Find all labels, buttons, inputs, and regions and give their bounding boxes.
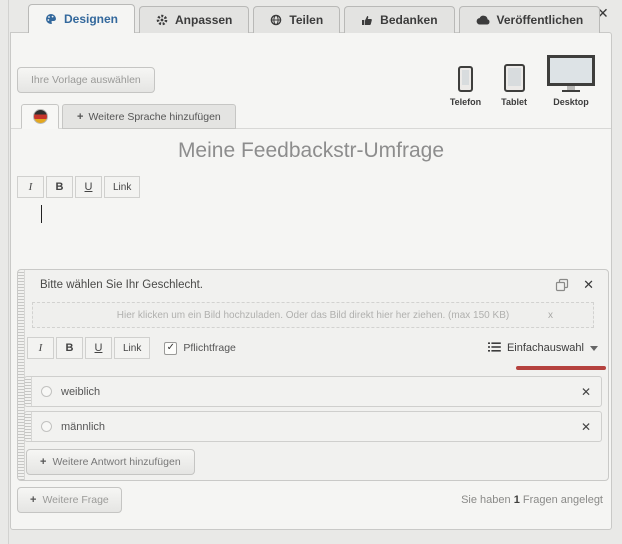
question-toolbar: I B U Link ✓ Pflichtfrage Einfachauswahl	[27, 336, 598, 360]
language-tab-german[interactable]	[21, 104, 59, 129]
link-button[interactable]: Link	[114, 337, 151, 359]
gear-icon	[156, 14, 168, 26]
chevron-down-icon	[590, 345, 598, 351]
status-suffix: Fragen angelegt	[522, 494, 603, 506]
device-desktop[interactable]: Desktop	[547, 55, 595, 107]
radio-icon[interactable]	[41, 421, 52, 432]
tab-bedanken[interactable]: Bedanken	[344, 6, 455, 33]
italic-button[interactable]: I	[17, 176, 44, 198]
list-icon	[487, 339, 501, 357]
add-language-label: Weitere Sprache hinzufügen	[88, 110, 221, 123]
phone-icon	[457, 66, 473, 92]
tablet-icon	[503, 64, 525, 92]
globe-share-icon	[270, 14, 282, 26]
tab-anpassen[interactable]: Anpassen	[139, 6, 250, 33]
drag-handle[interactable]	[18, 270, 25, 480]
answer-label[interactable]: männlich	[61, 421, 581, 433]
remove-answer-icon[interactable]: ✕	[581, 386, 591, 398]
dismiss-upload-icon[interactable]: x	[548, 310, 553, 321]
question-card: Bitte wählen Sie Ihr Geschlecht. ✕ Hier …	[17, 269, 609, 481]
tab-veroeffentlichen[interactable]: Veröffentlichen	[458, 6, 601, 33]
title-format-toolbar: I B U Link	[17, 176, 142, 198]
tab-label: Designen	[64, 12, 119, 26]
add-question-button[interactable]: + Weitere Frage	[17, 487, 122, 513]
drag-handle[interactable]	[25, 412, 32, 441]
cloud-icon	[476, 15, 490, 25]
mandatory-label: Pflichtfrage	[183, 342, 236, 354]
plus-icon: +	[77, 110, 84, 123]
text-cursor	[41, 205, 42, 223]
answer-label[interactable]: weiblich	[61, 386, 581, 398]
device-preview-switcher: Telefon Tablet Desktop	[450, 55, 595, 107]
link-button[interactable]: Link	[104, 176, 141, 198]
status-prefix: Sie haben	[461, 494, 511, 506]
tab-label: Anpassen	[175, 13, 233, 27]
duplicate-icon[interactable]	[555, 278, 569, 292]
plus-icon: +	[30, 494, 37, 506]
palette-icon	[45, 13, 57, 25]
bold-button[interactable]: B	[46, 176, 73, 198]
plus-icon: +	[40, 456, 47, 468]
left-divider	[8, 0, 9, 544]
add-answer-label: Weitere Antwort hinzufügen	[52, 456, 181, 468]
desktop-icon	[547, 55, 595, 92]
main-tabbar: Designen Anpassen Teilen Bedanken Veröff…	[28, 4, 604, 33]
upload-hint: Hier klicken um ein Bild hochzuladen. Od…	[116, 309, 510, 321]
question-header: Bitte wählen Sie Ihr Geschlecht. ✕	[26, 270, 600, 299]
german-flag-icon	[32, 109, 48, 124]
question-type-label: Einfachauswahl	[506, 342, 584, 354]
remove-answer-icon[interactable]: ✕	[581, 421, 591, 433]
answer-row: weiblich ✕	[24, 376, 602, 407]
question-type-dropdown[interactable]: Einfachauswahl	[487, 339, 598, 357]
image-upload-dropzone[interactable]: Hier klicken um ein Bild hochzuladen. Od…	[32, 302, 594, 328]
italic-button[interactable]: I	[27, 337, 54, 359]
question-count-status: Sie haben 1 Fragen angelegt	[461, 494, 603, 506]
device-phone[interactable]: Telefon	[450, 66, 481, 107]
survey-title[interactable]: Meine Feedbackstr-Umfrage	[11, 139, 611, 163]
answer-row: männlich ✕	[24, 411, 602, 442]
question-text[interactable]: Bitte wählen Sie Ihr Geschlecht.	[40, 279, 555, 291]
mandatory-checkbox-group[interactable]: ✓ Pflichtfrage	[164, 341, 236, 355]
question-type-highlight	[516, 366, 606, 370]
underline-button[interactable]: U	[75, 176, 102, 198]
choose-template-button[interactable]: Ihre Vorlage auswählen	[17, 67, 155, 93]
add-language-tab[interactable]: + Weitere Sprache hinzufügen	[62, 104, 236, 129]
tab-label: Teilen	[289, 13, 324, 27]
survey-editor: Designen Anpassen Teilen Bedanken Veröff…	[0, 0, 622, 544]
drag-handle[interactable]	[25, 377, 32, 406]
tab-label: Bedanken	[380, 13, 438, 27]
editor-panel: Ihre Vorlage auswählen Telefon Tablet De…	[10, 32, 612, 530]
tab-teilen[interactable]: Teilen	[253, 6, 341, 33]
status-count: 1	[513, 494, 520, 506]
thumbs-up-icon	[361, 14, 373, 26]
radio-icon[interactable]	[41, 386, 52, 397]
bold-button[interactable]: B	[56, 337, 83, 359]
device-tablet[interactable]: Tablet	[501, 64, 527, 107]
checkbox-checked[interactable]: ✓	[164, 341, 178, 355]
delete-question-icon[interactable]: ✕	[583, 278, 594, 291]
language-tabbar: + Weitere Sprache hinzufügen	[11, 104, 611, 129]
add-question-label: Weitere Frage	[42, 494, 109, 506]
tab-designen[interactable]: Designen	[28, 4, 136, 33]
underline-button[interactable]: U	[85, 337, 112, 359]
tab-label: Veröffentlichen	[496, 13, 584, 27]
add-answer-button[interactable]: + Weitere Antwort hinzufügen	[26, 449, 195, 475]
